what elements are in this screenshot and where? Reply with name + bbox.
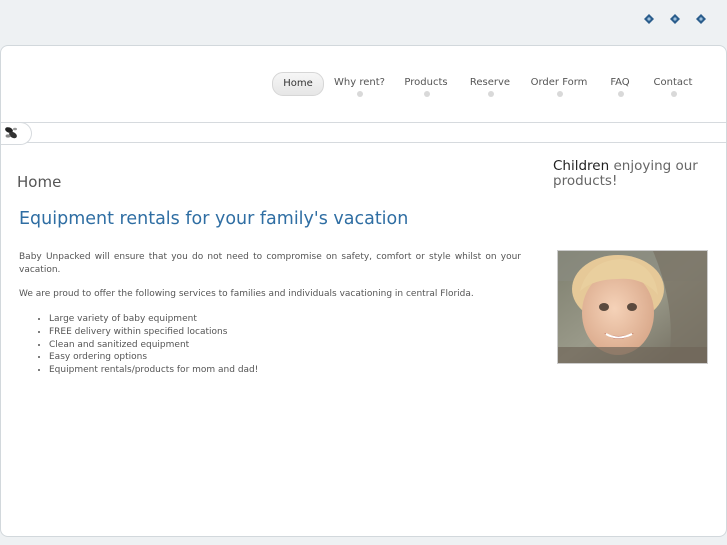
list-item: Easy ordering options [49, 351, 519, 364]
paw-icon[interactable] [669, 13, 681, 25]
nav-item-home[interactable]: Home [272, 72, 324, 96]
nav-dot [357, 91, 363, 97]
nav-dot [424, 91, 430, 97]
nav-dot [671, 91, 677, 97]
services-intro: We are proud to offer the following serv… [19, 289, 474, 299]
headline: Equipment rentals for your family's vaca… [19, 209, 409, 229]
paw-icon[interactable] [695, 13, 707, 25]
bee-logo-icon [5, 127, 17, 139]
services-list: Large variety of baby equipment FREE del… [19, 313, 519, 377]
page-title: Home [17, 173, 62, 191]
nav-dot [488, 91, 494, 97]
nav-dot [557, 91, 563, 97]
paw-icon[interactable] [643, 13, 655, 25]
child-photo [557, 250, 708, 364]
list-item: Clean and sanitized equipment [49, 339, 519, 352]
page-container: Home Why rent? Products Reserve Order Fo… [0, 45, 727, 537]
sidebar-title-bold: Children [553, 158, 610, 174]
child-photo-image [558, 251, 707, 363]
social-icons [643, 13, 707, 25]
sidebar-title: Children enjoying our products! [553, 159, 713, 189]
intro-paragraph: Baby Unpacked will ensure that you do no… [19, 252, 521, 275]
list-item: FREE delivery within specified locations [49, 326, 519, 339]
nav-dot [618, 91, 624, 97]
list-item: Large variety of baby equipment [49, 313, 519, 326]
list-item: Equipment rentals/products for mom and d… [49, 364, 519, 377]
header-band [1, 122, 726, 145]
logo-tab[interactable] [1, 122, 32, 145]
